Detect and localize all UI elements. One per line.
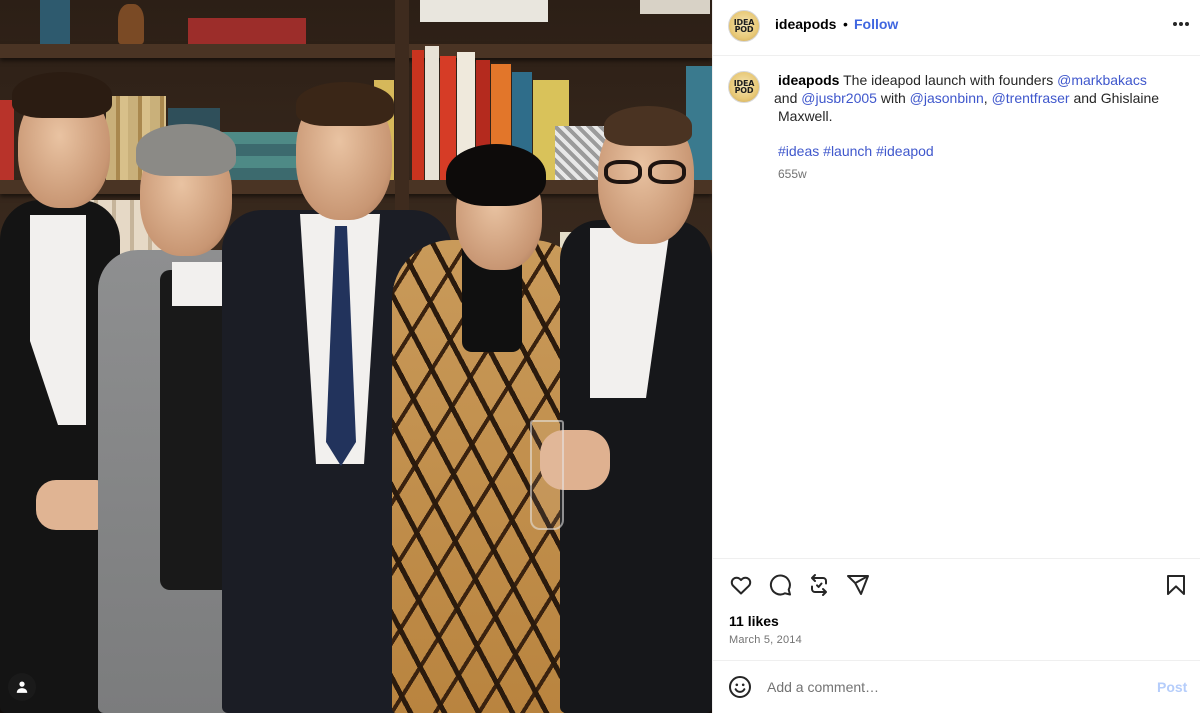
caption-avatar[interactable]: IDEA POD (728, 71, 760, 103)
champagne-glass (530, 420, 564, 530)
profile-avatar[interactable]: IDEA POD (728, 10, 760, 42)
book (420, 0, 548, 22)
user-tag-icon (16, 681, 28, 693)
caption-area: IDEA POD ideapods The ideapod launch wit… (713, 56, 1200, 558)
mention-link[interactable]: @jasonbinn (910, 90, 984, 106)
repost-icon (811, 574, 827, 596)
person-3-hair (296, 82, 394, 126)
comment-button[interactable] (768, 573, 792, 597)
share-button[interactable] (846, 573, 870, 597)
share-icon (847, 575, 869, 595)
more-options-button[interactable] (1169, 12, 1193, 36)
bookmark-icon (1167, 575, 1185, 595)
hashtag-link[interactable]: #ideapod (876, 143, 934, 159)
heart-icon (730, 576, 752, 595)
repost-button[interactable] (807, 573, 831, 597)
emoji-icon (729, 676, 751, 698)
caption-segment: The ideapod launch with founders (839, 72, 1058, 88)
mention-link[interactable]: @jusbr2005 (801, 90, 877, 106)
book (40, 0, 70, 44)
emoji-button[interactable] (728, 675, 752, 699)
user-tag-button[interactable] (8, 673, 36, 701)
save-button[interactable] (1164, 573, 1188, 597)
post-comment-button[interactable]: Post (1157, 679, 1187, 695)
header-username[interactable]: ideapods (775, 16, 836, 32)
like-button[interactable] (729, 573, 753, 597)
caption-segment: with (876, 90, 910, 106)
mention-link[interactable]: @markbakacs (1057, 72, 1147, 88)
instagram-post: IDEA POD ideapods • Follow IDEA POD idea… (0, 0, 1200, 713)
book (640, 0, 710, 14)
post-panel: IDEA POD ideapods • Follow IDEA POD idea… (712, 0, 1200, 713)
book (0, 100, 14, 180)
person-2-hair (136, 124, 236, 176)
more-horizontal-icon (1179, 22, 1183, 26)
post-header: IDEA POD ideapods • Follow (713, 0, 1200, 56)
hashtag-link[interactable]: #ideas (778, 143, 819, 159)
hashtags: #ideas #launch #ideapod (778, 142, 934, 160)
follow-button[interactable]: Follow (854, 16, 898, 32)
caption-segment: and (774, 90, 802, 106)
person-4-hair (446, 144, 546, 206)
caption-age[interactable]: 655w (778, 167, 807, 181)
caption-text: ideapods The ideapod launch with founder… (774, 71, 1188, 125)
avatar-logo: IDEA POD (733, 18, 755, 34)
post-photo[interactable] (0, 0, 712, 713)
more-horizontal-icon (1173, 22, 1177, 26)
book (188, 18, 306, 44)
avatar-logo: IDEA POD (733, 79, 755, 95)
mention-link[interactable]: @trentfraser (992, 90, 1070, 106)
comment-icon (769, 574, 791, 596)
caption-username[interactable]: ideapods (778, 72, 839, 88)
person-5-glasses-right (648, 160, 686, 184)
caption-segment: , (983, 90, 992, 106)
book (412, 50, 424, 180)
shelf (0, 44, 712, 58)
person-5-glasses-left (604, 160, 642, 184)
person-5-hair (604, 106, 692, 146)
action-bar: 11 likes March 5, 2014 (713, 558, 1200, 660)
comment-input[interactable] (767, 673, 1137, 701)
vase (118, 4, 144, 44)
post-date[interactable]: March 5, 2014 (729, 634, 802, 646)
likes-count[interactable]: 11 likes (729, 613, 779, 629)
more-horizontal-icon (1185, 22, 1189, 26)
comment-bar: Post (713, 660, 1200, 713)
hashtag-link[interactable]: #launch (823, 143, 872, 159)
book (425, 46, 439, 180)
person-left-hair (12, 72, 112, 118)
separator-dot: • (843, 16, 848, 32)
